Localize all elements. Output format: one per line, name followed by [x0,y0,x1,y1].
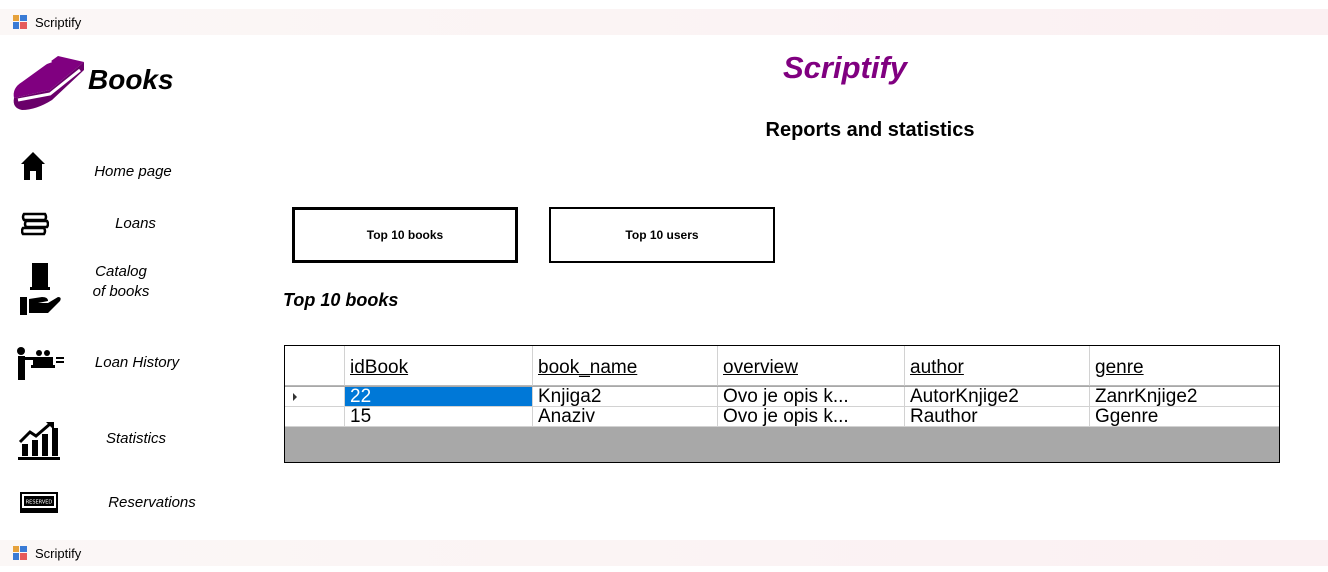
librarian-icon [17,347,64,380]
app-window-icon [13,15,27,29]
row-header-corner [285,346,345,386]
sidebar-item-label: Home page [94,163,172,180]
home-icon [21,152,45,180]
sidebar-item-statistics[interactable]: Statistics [0,418,230,460]
table-header-row: idBook book_name overview author genre [285,346,1279,386]
row-header[interactable] [285,407,345,427]
table-cell[interactable]: Anaziv [533,407,718,427]
books-logo: Books [10,52,190,112]
table-cell[interactable]: ZanrKnjige2 [1090,387,1279,407]
top-10-books-button[interactable]: Top 10 books [292,207,518,263]
table-row[interactable]: 22 Knjiga2 Ovo je opis k... AutorKnjige2… [285,387,1279,407]
sidebar-item-label: Catalog of books [92,263,150,300]
column-header-author[interactable]: author [905,346,1090,386]
window-title: Scriptify [35,545,82,561]
table-cell[interactable]: Rauthor [905,407,1090,427]
app-title: Scriptify [782,50,908,85]
sidebar-item-label: Loan History [94,354,180,371]
column-header-genre[interactable]: genre [1090,346,1279,386]
column-header-overview[interactable]: overview [718,346,905,386]
table-cell[interactable]: Knjiga2 [533,387,718,407]
sidebar-item-loan-history[interactable]: Loan History [0,340,230,385]
app-window-icon [13,546,27,560]
page-title: Reports and statistics [765,119,975,141]
window-title-bar[interactable]: Scriptify [0,9,1328,35]
window-title: Scriptify [35,14,82,30]
table-cell[interactable]: 15 [345,407,533,427]
column-header-idbook[interactable]: idBook [345,346,533,386]
column-header-book-name[interactable]: book_name [533,346,718,386]
sidebar-item-label: Statistics [105,430,166,447]
svg-text:RESERVED: RESERVED [26,500,53,506]
logo-text: Books [88,64,174,95]
chart-icon [18,422,60,460]
books-stack-icon [21,212,49,236]
sidebar-item-catalog-of-books[interactable]: Catalog of books [0,258,230,318]
second-window-title-bar[interactable]: Scriptify [0,540,1328,566]
table-cell[interactable]: 22 [345,387,533,407]
top-books-data-grid[interactable]: idBook book_name overview author genre 2… [284,345,1280,463]
sidebar-item-home-page[interactable]: Home page [0,148,230,188]
book-in-hand-icon [20,263,61,315]
sidebar-item-reservations[interactable]: RESERVED Reservations [0,485,230,523]
row-header[interactable] [285,387,345,407]
current-row-arrow-icon [293,393,297,401]
reserved-sign-icon: RESERVED [20,492,58,513]
table-cell[interactable]: Ovo je opis k... [718,407,905,427]
table-cell[interactable]: AutorKnjige2 [905,387,1090,407]
sidebar-item-label: Reservations [108,494,196,511]
sidebar-item-label: Loans [115,215,156,232]
top-10-users-button[interactable]: Top 10 users [549,207,775,263]
section-title: Top 10 books [283,290,399,310]
table-row[interactable]: 15 Anaziv Ovo je opis k... Rauthor Ggenr… [285,407,1279,427]
table-cell[interactable]: Ovo je opis k... [718,387,905,407]
table-cell[interactable]: Ggenre [1090,407,1279,427]
book-logo-icon [13,56,85,110]
sidebar-item-loans[interactable]: Loans [0,205,230,245]
